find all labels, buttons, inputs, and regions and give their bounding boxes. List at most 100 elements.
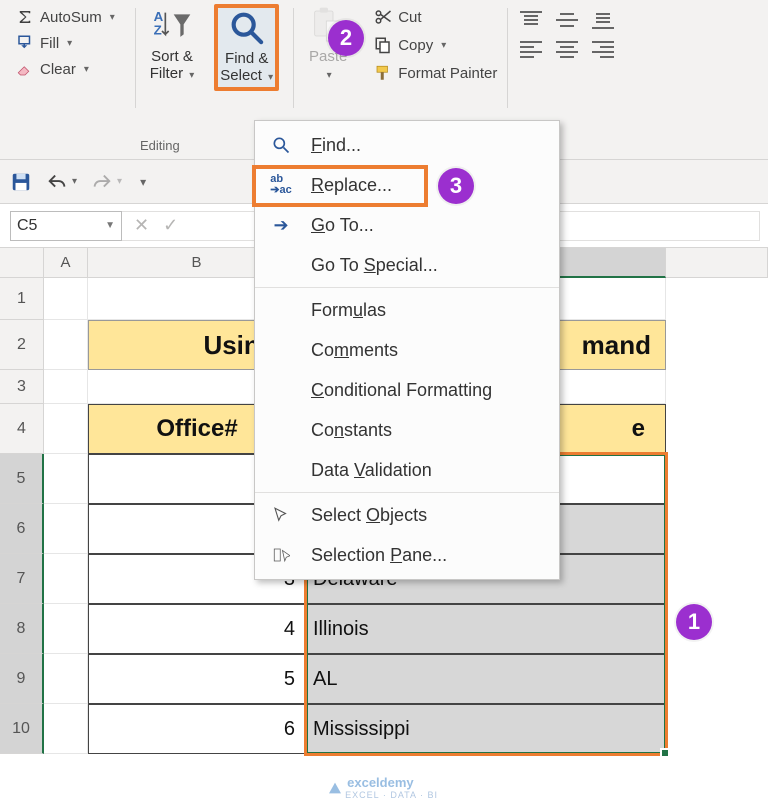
- cell[interactable]: [44, 554, 88, 604]
- menu-comments[interactable]: Comments: [255, 330, 559, 370]
- undo-icon[interactable]: [46, 171, 68, 193]
- row-header[interactable]: 5: [0, 454, 44, 504]
- menu-formulas[interactable]: Formulas: [255, 290, 559, 330]
- align-center-icon[interactable]: [554, 38, 580, 60]
- cell-c10[interactable]: Mississippi: [306, 704, 666, 754]
- menu-constants[interactable]: Constants: [255, 410, 559, 450]
- row-header[interactable]: 6: [0, 504, 44, 554]
- menu-selection-pane[interactable]: Selection Pane...: [255, 535, 559, 575]
- col-header-spacer: [666, 248, 768, 278]
- sort-filter-label-2: Filter: [150, 65, 183, 82]
- clear-label: Clear: [40, 61, 76, 78]
- chevron-down-icon: ▾: [110, 12, 115, 23]
- save-icon[interactable]: [10, 171, 32, 193]
- enter-icon: ✓: [163, 215, 178, 236]
- col-header-a[interactable]: A: [44, 248, 88, 278]
- cell[interactable]: [44, 278, 88, 320]
- eraser-icon: [16, 60, 34, 78]
- menu-find[interactable]: Find...: [255, 125, 559, 165]
- menu-label: Conditional Formatting: [311, 380, 492, 401]
- cell-b9[interactable]: 5: [88, 654, 306, 704]
- menu-goto-special[interactable]: Go To Special...: [255, 245, 559, 285]
- cell[interactable]: [44, 654, 88, 704]
- find-select-button[interactable]: Find &Select ▾: [214, 4, 279, 91]
- row-header[interactable]: 10: [0, 704, 44, 754]
- cell[interactable]: [44, 604, 88, 654]
- menu-separator: [255, 287, 559, 288]
- watermark: exceldemy EXCEL · DATA · BI: [327, 775, 438, 800]
- sigma-icon: [16, 8, 34, 26]
- row-10: 10 6 Mississippi: [0, 704, 768, 754]
- cut-button[interactable]: Cut: [368, 4, 503, 30]
- cell[interactable]: [44, 704, 88, 754]
- row-header[interactable]: 8: [0, 604, 44, 654]
- sort-filter-label-1: Sort &: [151, 48, 193, 65]
- chevron-down-icon[interactable]: ▼: [105, 220, 115, 231]
- menu-replace[interactable]: ab➔ac Replace...: [255, 165, 559, 205]
- name-box[interactable]: C5 ▼: [10, 211, 122, 241]
- chevron-down-icon: ▾: [67, 38, 72, 49]
- title-text-right: mand: [582, 330, 651, 361]
- cell[interactable]: [44, 454, 88, 504]
- row-9: 9 5 AL: [0, 654, 768, 704]
- row-header[interactable]: 7: [0, 554, 44, 604]
- fill-label: Fill: [40, 35, 59, 52]
- menu-conditional-formatting[interactable]: Conditional Formatting: [255, 370, 559, 410]
- menu-label: Select Objects: [311, 505, 427, 526]
- align-left-icon[interactable]: [518, 38, 544, 60]
- cell[interactable]: [44, 320, 88, 370]
- logo-icon: [327, 780, 343, 796]
- cell[interactable]: [666, 278, 768, 320]
- watermark-sub: EXCEL · DATA · BI: [345, 790, 438, 800]
- editing-group-label: Editing: [140, 138, 180, 153]
- sort-filter-group: A Z Sort &Filter ▾: [140, 4, 205, 159]
- find-select-label-2: Select: [220, 67, 262, 84]
- row-header[interactable]: 2: [0, 320, 44, 370]
- cell[interactable]: [44, 404, 88, 454]
- menu-data-validation[interactable]: Data Validation: [255, 450, 559, 490]
- fill-handle[interactable]: [660, 748, 670, 758]
- cell-b8[interactable]: 4: [88, 604, 306, 654]
- align-right-icon[interactable]: [590, 38, 616, 60]
- redo-icon[interactable]: [91, 171, 113, 193]
- cell-value: Illinois: [313, 618, 369, 641]
- clear-button[interactable]: Clear ▾: [10, 56, 95, 82]
- row-header[interactable]: 4: [0, 404, 44, 454]
- menu-select-objects[interactable]: Select Objects: [255, 495, 559, 535]
- customize-qat-icon[interactable]: ▾: [140, 175, 146, 189]
- chevron-down-icon: ▾: [268, 72, 273, 83]
- autosum-button[interactable]: AutoSum ▾: [10, 4, 121, 30]
- watermark-name: exceldemy: [347, 775, 438, 790]
- row-8: 8 4 Illinois: [0, 604, 768, 654]
- fill-button[interactable]: Fill ▾: [10, 30, 78, 56]
- cell-c8[interactable]: Illinois: [306, 604, 666, 654]
- align-middle-icon[interactable]: [554, 10, 580, 32]
- cell-c9[interactable]: AL: [306, 654, 666, 704]
- cell-b10[interactable]: 6: [88, 704, 306, 754]
- row-header[interactable]: 1: [0, 278, 44, 320]
- chevron-down-icon: ▾: [327, 70, 332, 81]
- cell[interactable]: [44, 504, 88, 554]
- row-header[interactable]: 3: [0, 370, 44, 404]
- separator: [135, 8, 136, 108]
- select-all-corner[interactable]: [0, 248, 44, 278]
- table-header-state-suffix: e: [632, 415, 645, 443]
- table-header-office-label: Office#: [156, 415, 237, 443]
- separator: [293, 8, 294, 108]
- align-top-icon[interactable]: [518, 10, 544, 32]
- menu-goto[interactable]: ➔ Go To...: [255, 205, 559, 245]
- sort-filter-button[interactable]: A Z Sort &Filter ▾: [144, 4, 201, 85]
- chevron-down-icon[interactable]: ▾: [117, 176, 122, 187]
- chevron-down-icon[interactable]: ▾: [72, 176, 77, 187]
- arrow-right-icon: ➔: [269, 215, 293, 236]
- chevron-down-icon: ▾: [189, 70, 194, 81]
- copy-button[interactable]: Copy ▾: [368, 32, 503, 58]
- format-painter-button[interactable]: Format Painter: [368, 60, 503, 86]
- align-bottom-icon[interactable]: [590, 10, 616, 32]
- cell[interactable]: [44, 370, 88, 404]
- row-header[interactable]: 9: [0, 654, 44, 704]
- find-select-label-1: Find &: [225, 50, 268, 67]
- cancel-icon: ✕: [134, 215, 149, 236]
- step-badge-2: 2: [328, 20, 364, 56]
- menu-label: Formulas: [311, 300, 386, 321]
